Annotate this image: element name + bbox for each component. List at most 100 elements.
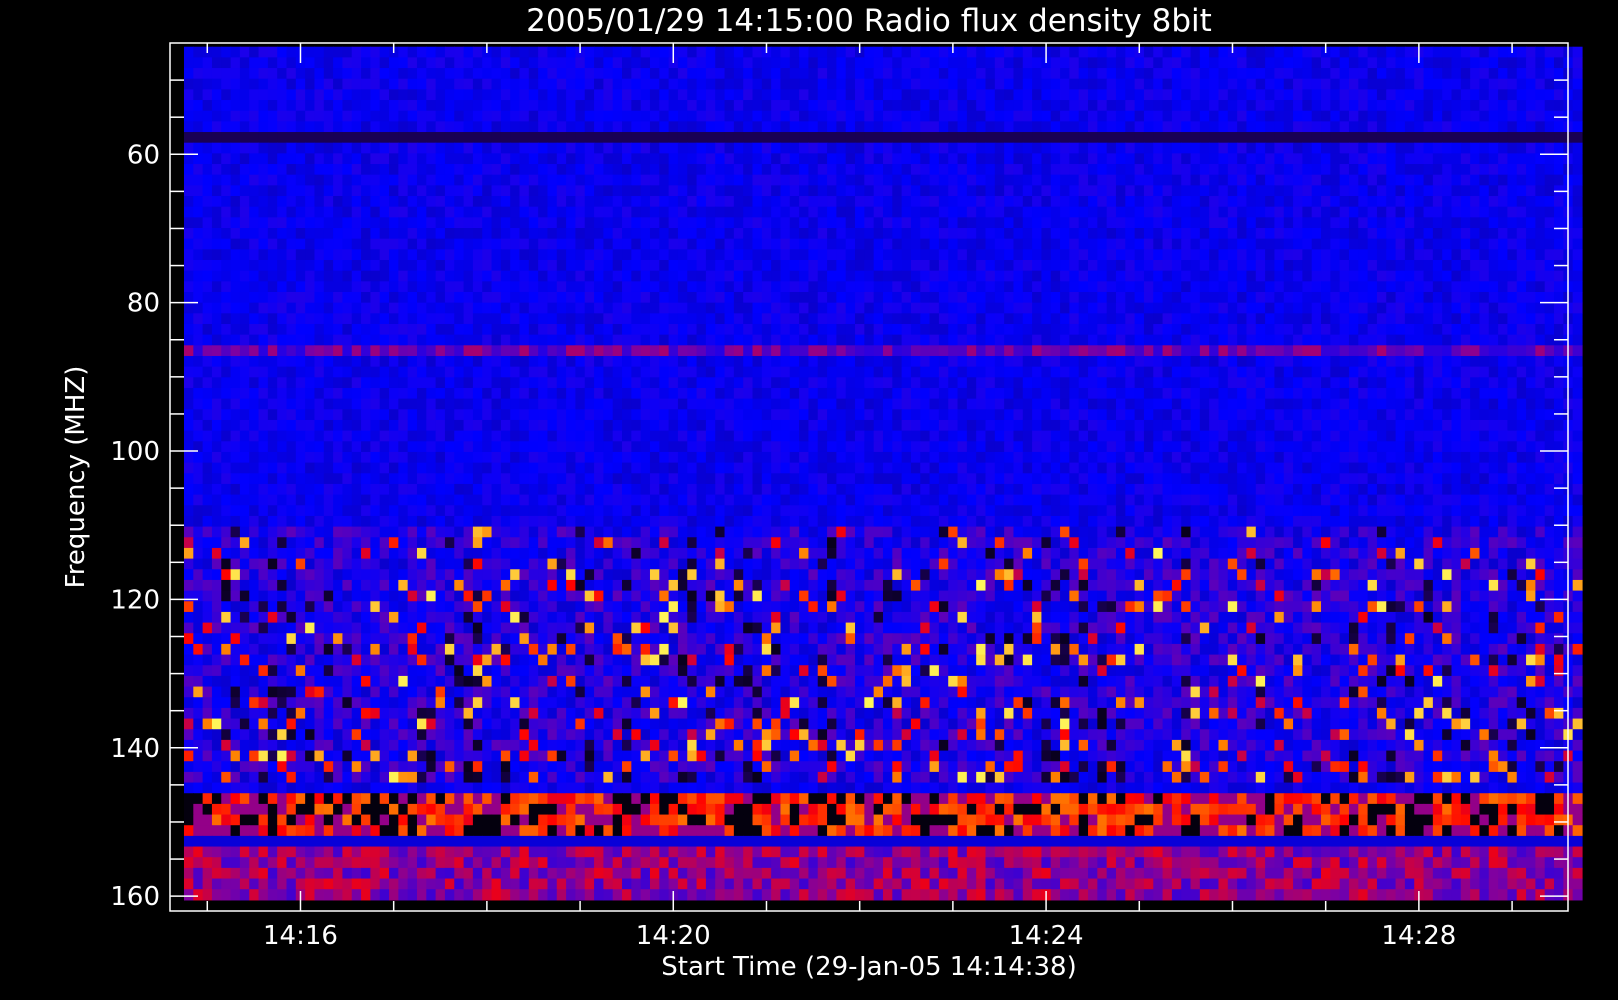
heatmap-cell — [1432, 291, 1443, 304]
heatmap-cell — [202, 164, 213, 176]
heatmap-cell — [407, 345, 418, 357]
heatmap-cell — [724, 164, 735, 176]
heatmap-cell — [873, 100, 884, 112]
heatmap-cell — [612, 68, 623, 80]
heatmap-cell — [855, 260, 865, 272]
heatmap-cell — [864, 366, 875, 378]
heatmap-cell — [333, 57, 344, 69]
heatmap-cell — [1022, 57, 1033, 69]
heatmap-cell — [1143, 291, 1154, 304]
heatmap-cell — [323, 132, 334, 144]
heatmap-cell — [528, 345, 539, 357]
heatmap-cell — [444, 302, 455, 314]
heatmap-cell — [389, 228, 399, 240]
heatmap-cell — [249, 291, 260, 304]
heatmap-cell — [361, 110, 371, 122]
heatmap-cell — [761, 291, 772, 304]
heatmap-cell — [659, 249, 670, 261]
heatmap-cell — [491, 110, 502, 122]
heatmap-cell — [1404, 132, 1415, 144]
heatmap-cell — [295, 185, 306, 197]
heatmap-cell — [305, 110, 316, 122]
heatmap-cell — [1293, 68, 1303, 80]
heatmap-cell — [1050, 281, 1061, 293]
heatmap-cell — [640, 46, 651, 58]
heatmap-cell — [836, 291, 847, 304]
heatmap-cell — [948, 68, 959, 80]
heatmap-cell — [855, 270, 865, 282]
heatmap-cell — [370, 142, 381, 154]
heatmap-cell — [659, 164, 670, 176]
heatmap-cell — [389, 355, 399, 368]
heatmap-cell — [789, 142, 800, 154]
heatmap-cell — [612, 355, 623, 368]
heatmap-cell — [202, 366, 213, 378]
heatmap-cell — [1171, 100, 1182, 112]
heatmap-cell — [594, 291, 604, 304]
heatmap-cell — [976, 217, 987, 229]
heatmap-cell — [547, 57, 558, 69]
heatmap-cell — [920, 46, 931, 58]
heatmap-cell — [351, 281, 362, 293]
heatmap-cell — [1209, 217, 1220, 229]
heatmap-cell — [1404, 228, 1415, 240]
heatmap-cell — [752, 323, 763, 336]
heatmap-cell — [1125, 323, 1136, 336]
heatmap-cell — [1451, 89, 1462, 101]
heatmap-cell — [1218, 345, 1229, 357]
heatmap-cell — [1442, 57, 1453, 69]
heatmap-cell — [1498, 238, 1509, 250]
heatmap-cell — [612, 398, 623, 410]
heatmap-cell — [836, 313, 847, 325]
heatmap-cell — [1470, 68, 1481, 80]
heatmap-cell — [566, 164, 577, 176]
heatmap-cell — [1348, 132, 1359, 144]
heatmap-cell — [696, 345, 707, 357]
heatmap-cell — [1526, 185, 1536, 197]
heatmap-cell — [1488, 345, 1499, 357]
heatmap-cell — [1097, 110, 1108, 122]
heatmap-cell — [1442, 291, 1453, 304]
heatmap-cell — [1554, 164, 1564, 176]
heatmap-cell — [239, 57, 250, 69]
heatmap-cell — [314, 206, 325, 218]
heatmap-cell — [687, 206, 698, 218]
heatmap-cell — [761, 366, 772, 378]
heatmap-cell — [1432, 196, 1443, 208]
heatmap-cell — [1143, 249, 1154, 261]
heatmap-cell — [323, 291, 334, 304]
heatmap-cell — [500, 281, 511, 293]
heatmap-cell — [1358, 121, 1369, 133]
heatmap-cell — [267, 270, 278, 282]
heatmap-cell — [1218, 196, 1229, 208]
heatmap-cell — [1162, 355, 1173, 368]
heatmap-cell — [873, 121, 884, 133]
heatmap-cell — [500, 323, 511, 336]
heatmap-cell — [827, 302, 837, 314]
heatmap-cell — [454, 153, 465, 165]
heatmap-cell — [1339, 121, 1350, 133]
heatmap-cell — [1153, 217, 1164, 229]
heatmap-cell — [622, 206, 632, 218]
heatmap-cell — [370, 185, 381, 197]
heatmap-cell — [1032, 302, 1043, 314]
heatmap-cell — [1255, 217, 1266, 229]
heatmap-cell — [491, 323, 502, 336]
heatmap-cell — [426, 206, 437, 218]
heatmap-cell — [519, 110, 530, 122]
heatmap-cell — [1395, 57, 1406, 69]
heatmap-cell — [1376, 291, 1387, 304]
heatmap-cell — [305, 260, 316, 272]
heatmap-cell — [1442, 100, 1453, 112]
heatmap-cell — [1386, 260, 1397, 272]
heatmap-cell — [454, 260, 465, 272]
heatmap-cell — [1032, 345, 1043, 357]
heatmap-cell — [799, 291, 810, 304]
heatmap-cell — [211, 334, 222, 346]
heatmap-cell — [342, 291, 353, 304]
heatmap-cell — [1526, 323, 1536, 336]
heatmap-cell — [985, 345, 996, 357]
heatmap-cell — [1171, 142, 1182, 154]
heatmap-cell — [444, 355, 455, 368]
heatmap-cell — [957, 366, 968, 378]
